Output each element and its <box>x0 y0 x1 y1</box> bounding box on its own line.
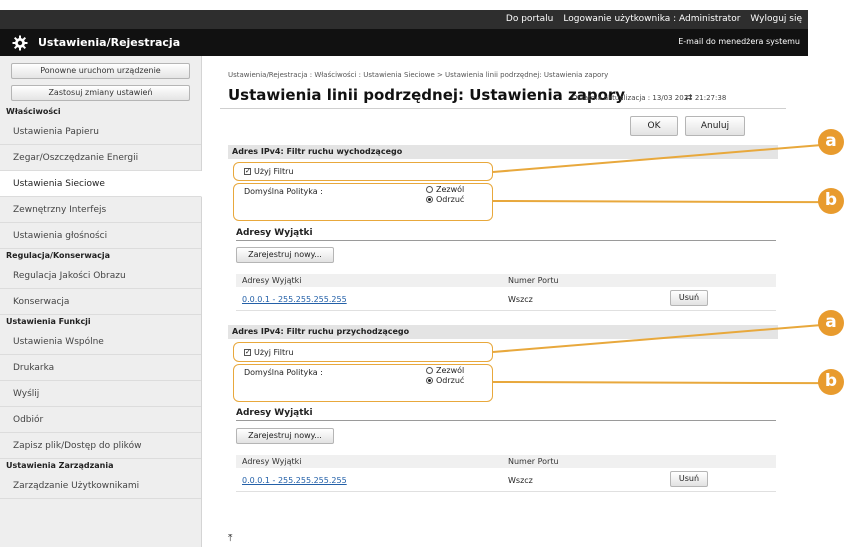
main-content: Ustawienia/Rejestracja : Właściwości : U… <box>202 56 808 547</box>
address-range-link[interactable]: 0.0.0.1 - 255.255.255.255 <box>242 295 347 304</box>
column-header-port: Numer Portu <box>508 276 559 285</box>
sidebar-item-timer-energy[interactable]: Zegar/Oszczędzanie Energii <box>0 145 201 171</box>
restart-device-button[interactable]: Ponowne uruchom urządzenie <box>11 63 190 79</box>
breadcrumb: Ustawienia/Rejestracja : Właściwości : U… <box>228 71 609 79</box>
top-links-bar: Do portalu Logowanie użytkownika : Admin… <box>0 10 808 29</box>
register-new-button[interactable]: Zarejestruj nowy... <box>236 428 334 444</box>
sidebar-item-send[interactable]: Wyślij <box>0 381 201 407</box>
sidebar-item-maintenance[interactable]: Konserwacja <box>0 289 201 315</box>
logout-link[interactable]: Wyloguj się <box>750 14 802 24</box>
callout-badge-a: a <box>818 310 844 336</box>
divider <box>236 240 776 241</box>
divider <box>236 420 776 421</box>
delete-button[interactable]: Usuń <box>670 471 708 487</box>
divider <box>220 108 786 109</box>
address-range-link[interactable]: 0.0.0.1 - 255.255.255.255 <box>242 476 347 485</box>
table-header: Adresy Wyjątki Numer Portu <box>236 455 776 468</box>
sidebar-item-paper[interactable]: Ustawienia Papieru <box>0 119 201 145</box>
table-row: 0.0.0.1 - 255.255.255.255 Wszcz Usuń <box>236 289 776 311</box>
delete-button[interactable]: Usuń <box>670 290 708 306</box>
sidebar-item-external-interface[interactable]: Zewnętrzny Interfejs <box>0 197 201 223</box>
sidebar-item-network[interactable]: Ustawienia Sieciowe <box>0 171 202 197</box>
column-header-addresses: Adresy Wyjątki <box>242 276 302 285</box>
category-management: Ustawienia Zarządzania <box>6 461 114 470</box>
refresh-icon[interactable]: ⇄ <box>685 93 693 103</box>
app-header: Ustawienia/Rejestracja E-mail do menedże… <box>0 29 808 56</box>
callout-badge-b: b <box>818 369 844 395</box>
category-functions: Ustawienia Funkcji <box>6 317 91 326</box>
gear-icon <box>12 35 28 51</box>
callout-badge-a: a <box>818 129 844 155</box>
settings-window: Do portalu Logowanie użytkownika : Admin… <box>0 0 808 547</box>
last-update-label: Ostatnia aktualizacja : 13/03 2021 21:27… <box>572 94 727 102</box>
login-user-label: Logowanie użytkownika : Administrator <box>563 14 741 24</box>
register-new-button[interactable]: Zarejestruj nowy... <box>236 247 334 263</box>
category-adjustment: Regulacja/Konserwacja <box>6 251 111 260</box>
column-header-addresses: Adresy Wyjątki <box>242 457 302 466</box>
cancel-button[interactable]: Anuluj <box>685 116 745 136</box>
sidebar-item-user-management[interactable]: Zarządzanie Użytkownikami <box>0 473 201 499</box>
exceptions-title: Adresy Wyjątki <box>236 228 313 238</box>
callout-box-a-outbound <box>233 162 493 181</box>
section-header-inbound: Adres IPv4: Filtr ruchu przychodzącego <box>228 325 778 339</box>
section-header-outbound: Adres IPv4: Filtr ruchu wychodzącego <box>228 145 778 159</box>
sidebar-item-printer[interactable]: Drukarka <box>0 355 201 381</box>
sidebar-item-image-quality[interactable]: Regulacja Jakości Obrazu <box>0 263 201 289</box>
callout-badge-b: b <box>818 188 844 214</box>
category-properties: Właściwości <box>6 107 61 116</box>
apply-changes-button[interactable]: Zastosuj zmiany ustawień <box>11 85 190 101</box>
scroll-to-top-icon[interactable]: ⤒ <box>228 533 232 544</box>
sidebar-item-volume[interactable]: Ustawienia głośności <box>0 223 201 249</box>
port-value: Wszcz <box>508 476 533 485</box>
ok-button[interactable]: OK <box>630 116 678 136</box>
table-header: Adresy Wyjątki Numer Portu <box>236 274 776 287</box>
sidebar-item-receive[interactable]: Odbiór <box>0 407 201 433</box>
app-title: Ustawienia/Rejestracja <box>38 36 181 49</box>
callout-box-a-inbound <box>233 342 493 362</box>
callout-box-b-inbound <box>233 364 493 402</box>
sidebar-item-common[interactable]: Ustawienia Wspólne <box>0 329 201 355</box>
sidebar: Ponowne uruchom urządzenie Zastosuj zmia… <box>0 56 202 547</box>
mail-admin-link[interactable]: E-mail do menedżera systemu <box>678 37 800 46</box>
page-title: Ustawienia linii podrzędnej: Ustawienia … <box>228 86 626 104</box>
user-name: Administrator <box>679 14 741 24</box>
portal-link[interactable]: Do portalu <box>506 14 553 24</box>
exceptions-title: Adresy Wyjątki <box>236 408 313 418</box>
column-header-port: Numer Portu <box>508 457 559 466</box>
sidebar-item-store-access-files[interactable]: Zapisz plik/Dostęp do plików <box>0 433 201 459</box>
callout-box-b-outbound <box>233 183 493 221</box>
table-row: 0.0.0.1 - 255.255.255.255 Wszcz Usuń <box>236 470 776 492</box>
port-value: Wszcz <box>508 295 533 304</box>
